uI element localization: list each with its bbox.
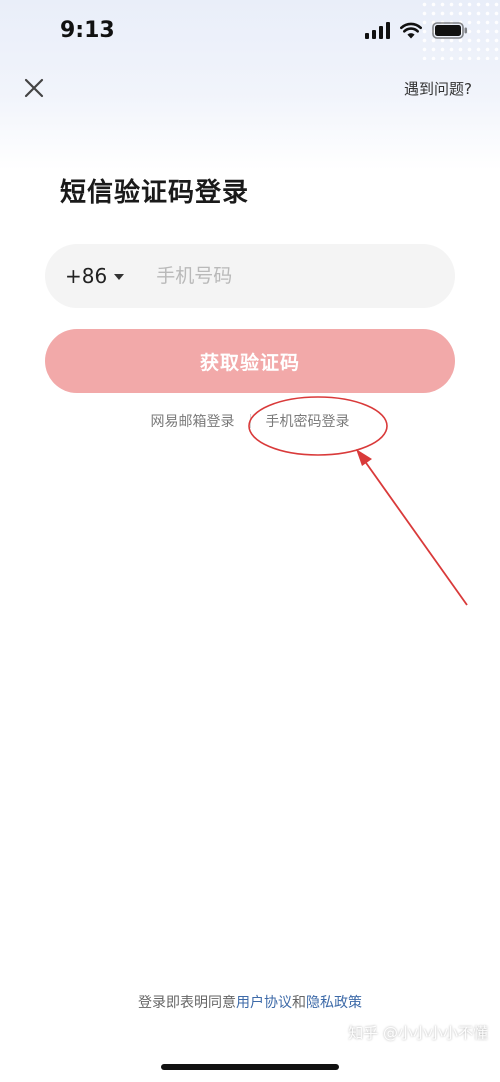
status-icons — [365, 22, 468, 39]
agreement-text: 登录即表明同意用户协议和隐私政策 — [0, 992, 500, 1012]
email-login-link[interactable]: 网易邮箱登录 — [151, 411, 235, 431]
status-time: 9:13 — [60, 18, 115, 43]
close-button[interactable] — [20, 74, 48, 102]
country-code-selector[interactable]: +86 — [65, 264, 125, 288]
home-indicator — [161, 1064, 339, 1070]
divider — [249, 414, 251, 428]
get-code-button[interactable]: 获取验证码 — [45, 329, 455, 393]
close-icon — [24, 78, 44, 98]
phone-input-row: +86 — [45, 244, 455, 308]
battery-icon — [432, 22, 467, 39]
country-code-label: +86 — [65, 264, 108, 288]
watermark: 知乎 @小小小小不懂 — [348, 1024, 488, 1042]
privacy-policy-link[interactable]: 隐私政策 — [306, 995, 362, 1011]
user-agreement-link[interactable]: 用户协议 — [236, 995, 292, 1011]
status-bar: 9:13 — [0, 0, 500, 66]
agreement-conjunction: 和 — [292, 995, 306, 1011]
annotation-arrow-line — [363, 459, 468, 606]
alternative-logins: 网易邮箱登录 手机密码登录 — [0, 411, 500, 431]
password-login-link[interactable]: 手机密码登录 — [266, 411, 350, 431]
caret-down-icon — [114, 274, 125, 280]
help-link[interactable]: 遇到问题? — [404, 78, 472, 99]
wifi-icon — [400, 22, 422, 39]
cellular-signal-icon — [365, 22, 390, 39]
phone-number-input[interactable] — [154, 264, 455, 288]
agreement-prefix: 登录即表明同意 — [138, 995, 236, 1011]
page-title: 短信验证码登录 — [60, 178, 250, 208]
annotation-arrow-head — [356, 449, 372, 466]
